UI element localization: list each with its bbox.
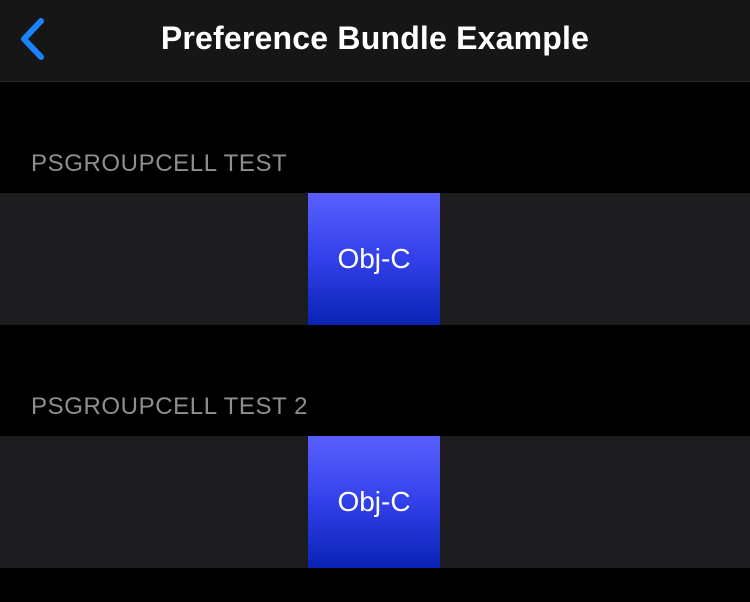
navigation-bar: Preference Bundle Example bbox=[0, 0, 750, 82]
section-header-psgroupcell-test: PSGROUPCELL TEST bbox=[31, 150, 288, 177]
objc-tile-label: Obj-C bbox=[337, 243, 411, 274]
section-header-psgroupcell-test-2: PSGROUPCELL TEST 2 bbox=[31, 393, 309, 420]
objc-tile-button[interactable]: Obj-C bbox=[308, 436, 440, 568]
objc-tile-button[interactable]: Obj-C bbox=[308, 193, 440, 325]
group-cell-psgroupcell-test-2: Obj-C bbox=[0, 436, 750, 568]
objc-tile-label: Obj-C bbox=[337, 486, 411, 517]
group-cell-psgroupcell-test: Obj-C bbox=[0, 193, 750, 325]
page-title: Preference Bundle Example bbox=[160, 20, 590, 56]
